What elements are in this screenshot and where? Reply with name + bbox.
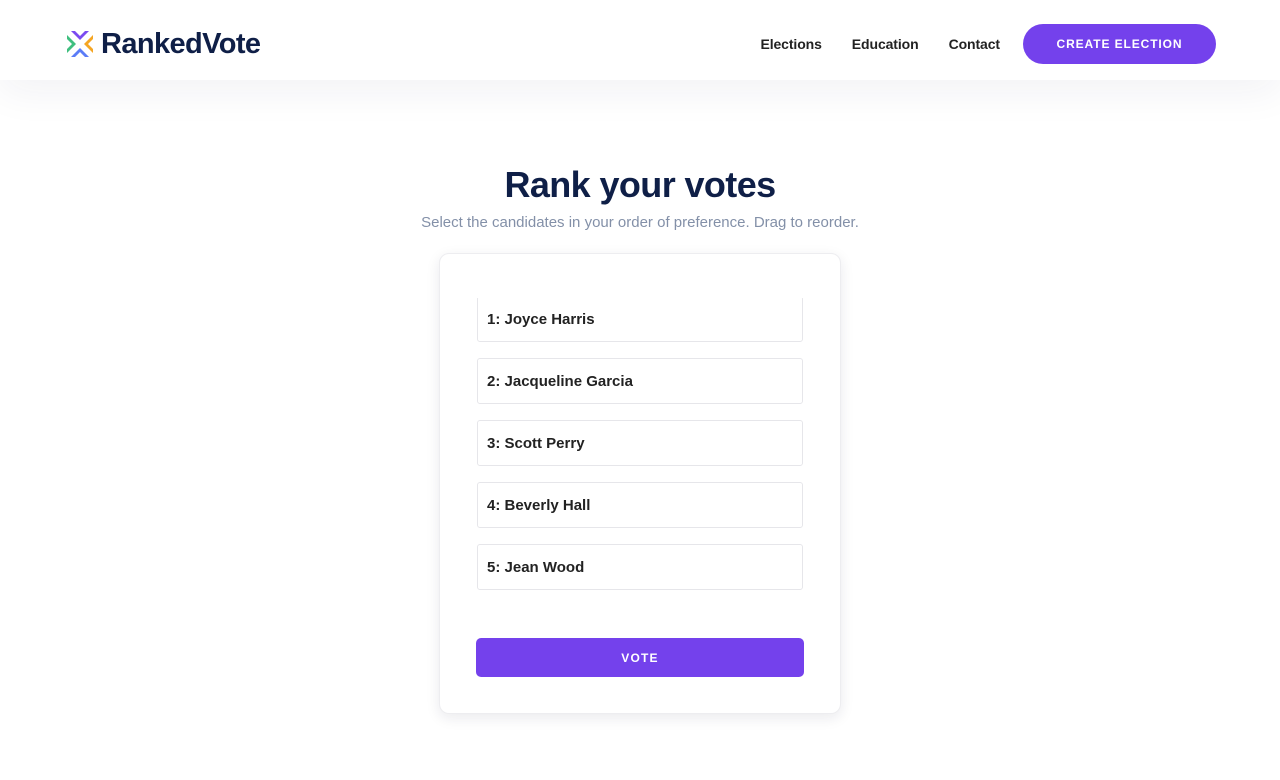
brand-name: RankedVote [101, 28, 261, 60]
candidate-item[interactable]: 1: Joyce Harris [477, 298, 803, 342]
nav-link-education[interactable]: Education [852, 36, 919, 52]
site-header: RankedVote Elections Education Contact C… [0, 0, 1280, 80]
candidate-item[interactable]: 3: Scott Perry [477, 420, 803, 466]
candidate-list: 1: Joyce Harris 2: Jacqueline Garcia 3: … [477, 298, 804, 593]
main-nav: Elections Education Contact CREATE ELECT… [760, 24, 1216, 64]
vote-button[interactable]: VOTE [476, 638, 804, 677]
page-subtitle: Select the candidates in your order of p… [421, 214, 859, 231]
create-election-button[interactable]: CREATE ELECTION [1023, 24, 1216, 64]
candidate-item[interactable]: 5: Jean Wood [477, 544, 803, 590]
logo-link[interactable]: RankedVote [64, 28, 261, 60]
candidate-item[interactable]: 2: Jacqueline Garcia [477, 358, 803, 404]
page-title: Rank your votes [504, 164, 776, 205]
nav-link-elections[interactable]: Elections [760, 36, 821, 52]
candidate-item[interactable]: 4: Beverly Hall [477, 482, 803, 528]
candidate-list-viewport[interactable]: 1: Joyce Harris 2: Jacqueline Garcia 3: … [477, 298, 804, 593]
ranked-vote-logo-icon [67, 31, 93, 57]
nav-link-contact[interactable]: Contact [949, 36, 1001, 52]
ballot-card: 1: Joyce Harris 2: Jacqueline Garcia 3: … [439, 253, 841, 714]
